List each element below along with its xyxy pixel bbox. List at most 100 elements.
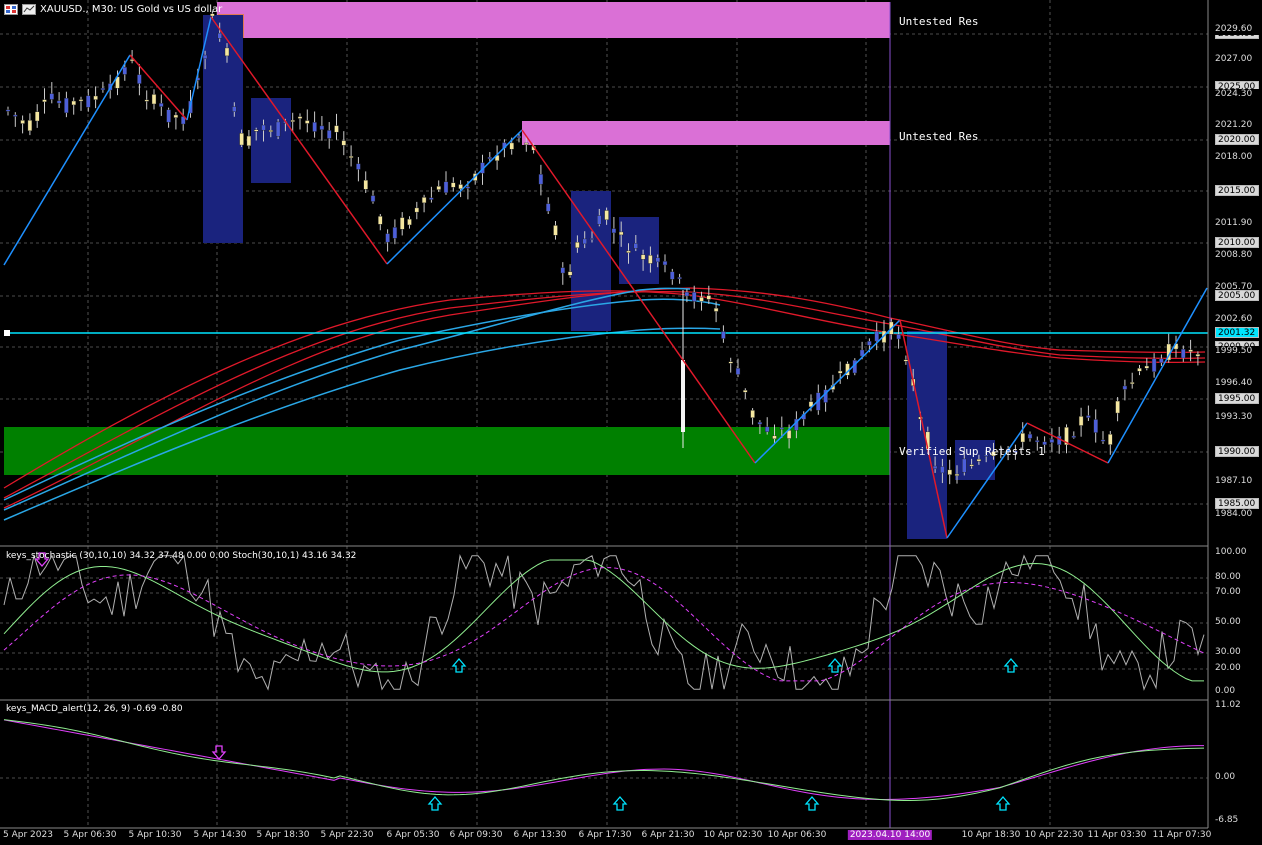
candle-bull xyxy=(575,242,580,248)
time-label: 11 Apr 03:30 xyxy=(1087,830,1147,840)
chart-title-text: XAUUSD., M30: US Gold vs US dollar xyxy=(40,4,223,15)
candle-bear xyxy=(385,233,390,243)
candle-bear xyxy=(765,426,770,432)
candle-bear xyxy=(932,465,938,470)
chart-window-icon[interactable] xyxy=(4,4,18,15)
candle-bear xyxy=(429,197,434,200)
zone-label: Verified Sup Retests 1 xyxy=(899,445,1045,458)
time-label: 5 Apr 18:30 xyxy=(256,830,310,840)
candle-bull xyxy=(451,182,456,188)
candle-bear xyxy=(1122,385,1128,390)
candle-bear xyxy=(1071,435,1077,438)
candle-bull xyxy=(71,100,76,106)
candle-bear xyxy=(202,54,208,60)
candle-bull xyxy=(363,179,368,190)
candle-bear xyxy=(582,238,587,245)
candle-bull xyxy=(224,47,230,57)
zone-label: Untested Res xyxy=(899,130,979,143)
price-level-label: 1996.40 xyxy=(1215,378,1259,389)
candle-bull xyxy=(604,210,609,221)
indicator-icon[interactable] xyxy=(22,4,36,15)
candle-bull xyxy=(35,111,40,122)
time-label: 5 Apr 06:30 xyxy=(63,830,117,840)
macd-signal-line xyxy=(3,719,1205,801)
candle-bull xyxy=(1108,434,1113,445)
candle-bull xyxy=(78,99,84,102)
candle-bull xyxy=(713,307,719,312)
candle-bull xyxy=(1137,368,1142,372)
candle-bull xyxy=(772,435,777,440)
buy-signal-arrow-icon xyxy=(427,796,443,811)
order-block xyxy=(251,98,291,183)
candle-bull xyxy=(947,469,952,475)
price-line-handle[interactable] xyxy=(4,330,10,336)
macd-level-label: -6.85 xyxy=(1215,815,1259,826)
candle-bull xyxy=(1078,416,1084,426)
price-level-label: 2018.00 xyxy=(1215,152,1259,163)
buy-signal-arrow-icon xyxy=(995,796,1011,811)
buy-signal-arrow-icon xyxy=(804,796,820,811)
sell-signal-arrow-icon xyxy=(211,745,227,760)
candle-bear xyxy=(692,292,697,302)
candle-bull xyxy=(706,295,711,300)
chart-canvas[interactable] xyxy=(0,0,1262,845)
candle-bear xyxy=(465,186,471,189)
candle-bull xyxy=(239,133,244,146)
candle-bear xyxy=(597,215,602,225)
buy-signal-arrow-icon xyxy=(1003,658,1019,673)
candle-bear xyxy=(684,291,690,297)
price-level-label: 1987.10 xyxy=(1215,476,1259,487)
candle-bear xyxy=(137,74,142,84)
candle-bear xyxy=(677,277,682,280)
candle-bear xyxy=(443,181,449,193)
macd-panel[interactable] xyxy=(0,719,1208,811)
candle-bear xyxy=(392,227,398,239)
candle-bear xyxy=(356,163,361,170)
price-level-label: 2010.00 xyxy=(1215,237,1259,248)
price-level-label: 2020.00 xyxy=(1215,134,1259,145)
candle-bear xyxy=(1151,358,1157,372)
zigzag-up xyxy=(1107,287,1208,464)
candle-bull xyxy=(838,370,843,374)
price-level-label: 2027.00 xyxy=(1215,54,1259,65)
macd-main-line xyxy=(3,719,1205,800)
candle-bear xyxy=(611,228,617,234)
candle-bear xyxy=(721,331,726,339)
candle-bear xyxy=(64,97,69,114)
candle-bear xyxy=(1049,439,1055,443)
buy-signal-arrow-icon xyxy=(612,796,628,811)
stochastic-main-line xyxy=(3,553,1205,691)
candle-bull xyxy=(509,142,514,150)
candle-bull xyxy=(1020,433,1025,443)
candle-bull xyxy=(297,116,303,119)
candle-bull xyxy=(903,359,909,362)
candle-bear xyxy=(1100,439,1106,442)
buy-signal-arrow-icon xyxy=(827,658,843,673)
candle-bull xyxy=(619,231,624,236)
zigzag-up xyxy=(386,129,523,265)
grid xyxy=(0,577,1208,670)
candle-bear xyxy=(516,136,522,139)
chart-title: XAUUSD., M30: US Gold vs US dollar xyxy=(4,4,222,15)
price-level-label: 2005.00 xyxy=(1215,290,1259,301)
candle-bull xyxy=(1195,354,1201,357)
stochastic-signal-line xyxy=(3,559,1204,682)
time-label: 10 Apr 22:30 xyxy=(1024,830,1084,840)
price-level-label: 2001.32 xyxy=(1215,327,1259,338)
zigzag-down xyxy=(129,54,188,121)
candle-bull xyxy=(20,120,25,124)
stochastic-level-label: 50.00 xyxy=(1215,617,1259,628)
candle-bear xyxy=(319,125,325,130)
macd-level-label: 0.00 xyxy=(1215,772,1259,783)
stochastic-panel[interactable] xyxy=(0,552,1208,691)
stochastic-level-label: 30.00 xyxy=(1215,647,1259,658)
candle-bear xyxy=(5,109,11,112)
buy-signal-arrow-icon xyxy=(451,658,467,673)
candle-bear xyxy=(56,100,62,104)
candle-bear xyxy=(735,367,741,375)
candle-bull xyxy=(436,186,441,190)
time-label: 5 Apr 14:30 xyxy=(193,830,247,840)
candle-bear xyxy=(589,238,595,240)
price-level-label: 2021.20 xyxy=(1215,120,1259,131)
time-label: 5 Apr 22:30 xyxy=(320,830,374,840)
